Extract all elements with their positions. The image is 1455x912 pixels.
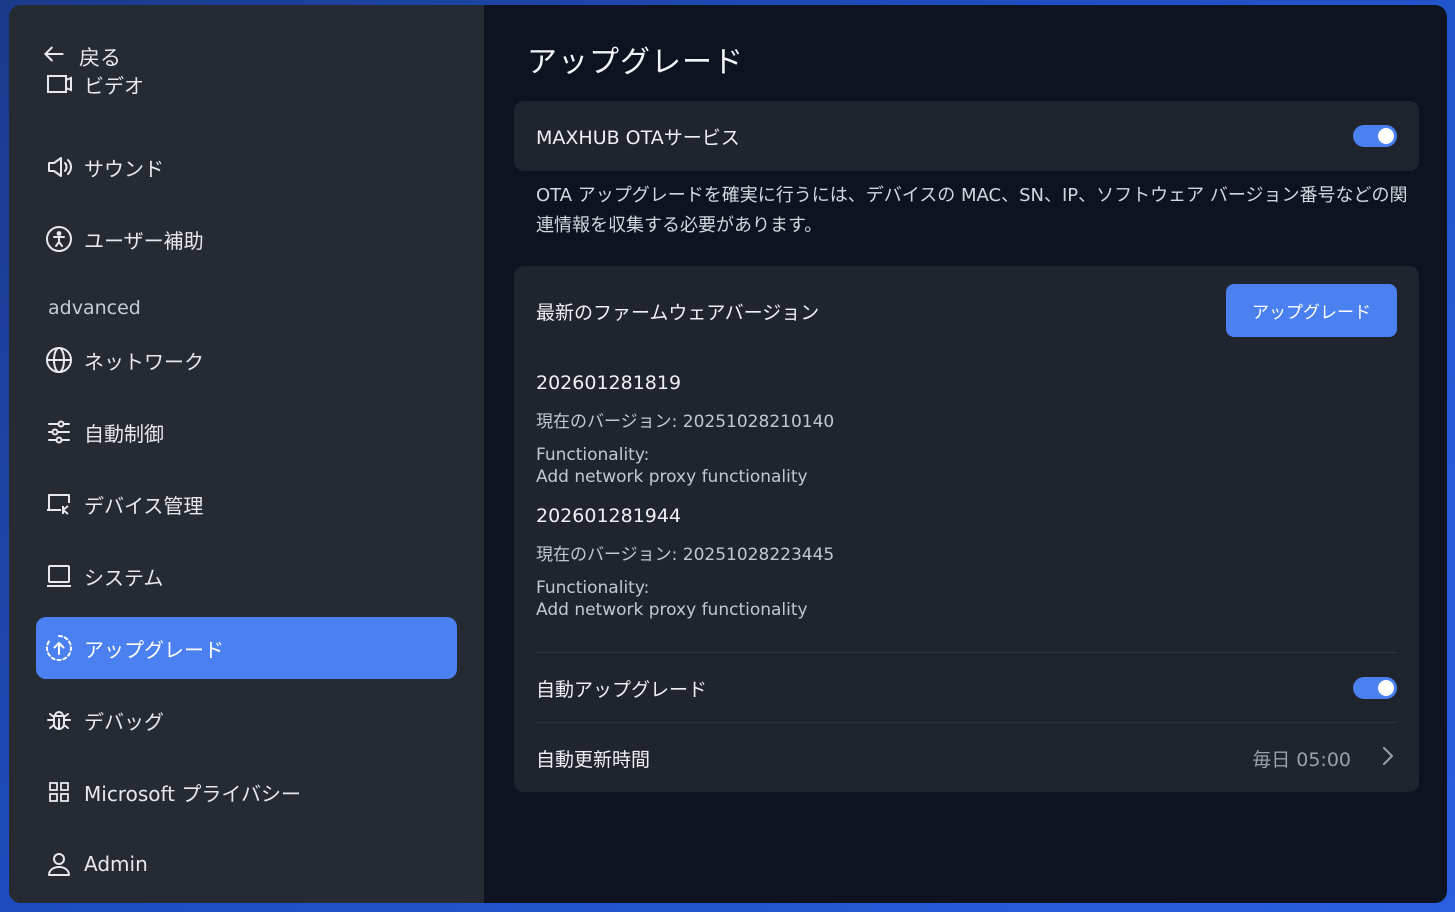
- sliders-icon: [44, 417, 74, 447]
- sidebar-item-label: 自動制御: [84, 421, 164, 446]
- user-icon: [44, 849, 74, 879]
- arrow-left-icon: [41, 41, 67, 72]
- sidebar-item-debug[interactable]: デバッグ: [36, 689, 457, 751]
- firmware-heading: 最新のファームウェアバージョン: [536, 302, 820, 324]
- accessibility-icon: [44, 224, 74, 254]
- functionality-label: Functionality:: [536, 445, 650, 465]
- firmware-version-entry: 202601281944 現在のバージョン: 20251028223445 Fu…: [536, 505, 834, 621]
- auto-update-time-value: 毎日 05:00: [1252, 748, 1351, 771]
- sidebar-item-label: システム: [84, 565, 164, 590]
- sidebar-item-video[interactable]: ビデオ: [36, 75, 457, 99]
- globe-icon: [44, 345, 74, 375]
- auto-upgrade-toggle[interactable]: [1353, 677, 1397, 699]
- sidebar-item-label: アップグレード: [84, 637, 224, 662]
- ota-service-card: MAXHUB OTAサービス: [514, 101, 1419, 171]
- sidebar-item-label: サウンド: [84, 156, 164, 181]
- sidebar-item-label: ネットワーク: [84, 349, 204, 374]
- upgrade-icon: [44, 633, 74, 663]
- monitor-icon: [44, 561, 74, 591]
- sidebar-item-accessibility[interactable]: ユーザー補助: [36, 208, 457, 270]
- main-panel: アップグレード MAXHUB OTAサービス OTA アップグレードを確実に行う…: [484, 5, 1447, 903]
- chevron-right-icon: [1379, 745, 1397, 772]
- video-icon: [44, 75, 74, 99]
- auto-upgrade-row: 自動アップグレード: [536, 653, 1397, 723]
- page-title: アップグレード: [527, 45, 744, 80]
- sidebar-item-label: Microsoft プライバシー: [84, 781, 301, 806]
- functionality-text: Add network proxy functionality: [536, 467, 808, 487]
- sidebar: 戻る ビデオ サウンド ユーザー補助 advanced ネットワーク 自動制御 …: [9, 5, 484, 903]
- bug-icon: [44, 705, 74, 735]
- auto-update-time-row[interactable]: 自動更新時間 毎日 05:00: [536, 723, 1397, 793]
- firmware-card: 最新のファームウェアバージョン アップグレード 202601281819 現在の…: [514, 266, 1419, 792]
- current-version: 現在のバージョン: 20251028210140: [536, 412, 835, 432]
- sidebar-item-admin[interactable]: Admin: [36, 833, 457, 895]
- current-version: 現在のバージョン: 20251028223445: [536, 545, 835, 565]
- back-button[interactable]: 戻る: [41, 41, 121, 72]
- sidebar-item-label: Admin: [84, 852, 148, 876]
- functionality: Functionality: Add network proxy functio…: [536, 577, 834, 621]
- ota-notice: OTA アップグレードを確実に行うには、デバイスの MAC、SN、IP、ソフトウ…: [536, 185, 1408, 236]
- version-number: 202601281944: [536, 505, 682, 527]
- grid-icon: [44, 777, 74, 807]
- upgrade-button[interactable]: アップグレード: [1226, 284, 1397, 337]
- speaker-icon: [44, 152, 74, 182]
- sidebar-item-label: デバッグ: [84, 709, 164, 734]
- sidebar-item-device-management[interactable]: デバイス管理: [36, 473, 457, 535]
- ota-service-label: MAXHUB OTAサービス: [536, 126, 740, 149]
- functionality-label: Functionality:: [536, 578, 650, 598]
- sidebar-item-upgrade[interactable]: アップグレード: [36, 617, 457, 679]
- firmware-version-entry: 202601281819 現在のバージョン: 20251028210140 Fu…: [536, 372, 834, 488]
- sidebar-item-network[interactable]: ネットワーク: [36, 329, 457, 391]
- sidebar-item-label: ビデオ: [84, 75, 144, 98]
- sidebar-item-label: デバイス管理: [84, 493, 204, 518]
- auto-upgrade-label: 自動アップグレード: [536, 678, 708, 701]
- functionality: Functionality: Add network proxy functio…: [536, 444, 834, 488]
- sidebar-item-auto-control[interactable]: 自動制御: [36, 401, 457, 463]
- ota-service-toggle[interactable]: [1353, 125, 1397, 147]
- sidebar-item-microsoft-privacy[interactable]: Microsoft プライバシー: [36, 761, 457, 823]
- functionality-text: Add network proxy functionality: [536, 600, 808, 620]
- device-management-icon: [44, 489, 74, 519]
- auto-update-time-label: 自動更新時間: [536, 748, 651, 771]
- section-label-advanced: advanced: [48, 297, 141, 319]
- sidebar-item-sound[interactable]: サウンド: [36, 136, 457, 198]
- back-label: 戻る: [79, 45, 121, 70]
- sidebar-item-system[interactable]: システム: [36, 545, 457, 607]
- version-number: 202601281819: [536, 372, 682, 394]
- settings-window: 戻る ビデオ サウンド ユーザー補助 advanced ネットワーク 自動制御 …: [9, 5, 1447, 903]
- sidebar-item-label: ユーザー補助: [84, 228, 204, 253]
